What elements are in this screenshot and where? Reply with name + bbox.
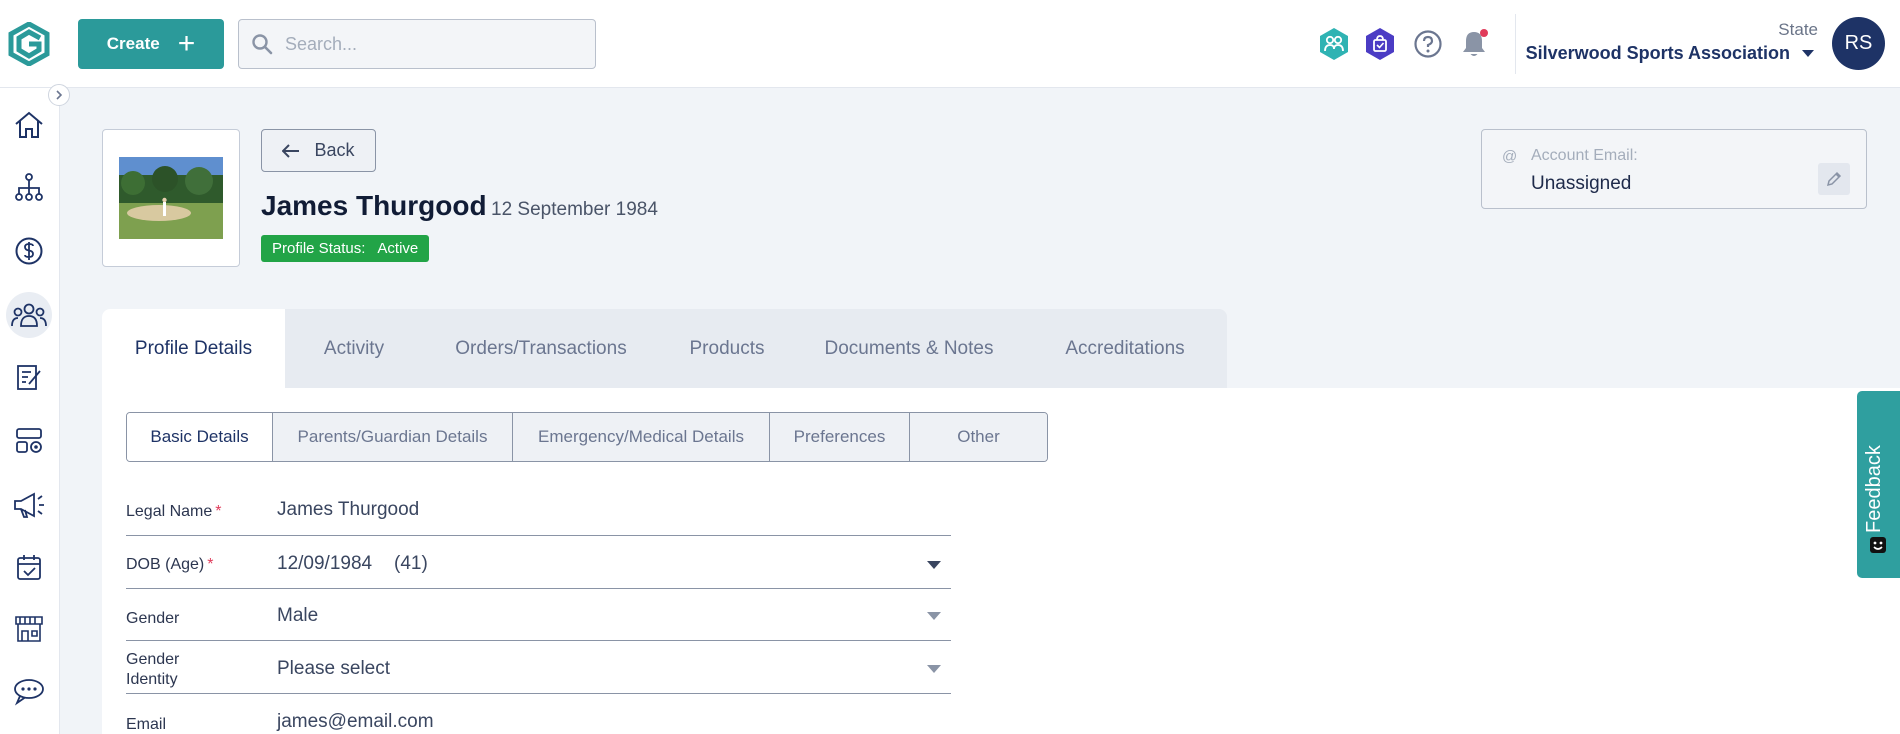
chat-bubbles-icon[interactable]	[6, 668, 52, 714]
back-button[interactable]: Back	[261, 129, 376, 172]
people-icon[interactable]	[6, 292, 52, 338]
feedback-button[interactable]: Feedback	[1857, 391, 1900, 578]
account-email-card: @ Account Email: Unassigned	[1481, 129, 1867, 209]
gender-identity-select[interactable]: Please select	[277, 658, 390, 680]
teams-hex-icon[interactable]	[1317, 26, 1351, 62]
tab-profile-details[interactable]: Profile Details	[102, 309, 285, 388]
dob-label: DOB (Age) *	[126, 556, 214, 573]
account-email-value: Unassigned	[1531, 173, 1632, 194]
gender-identity-label: Gender Identity	[126, 651, 180, 688]
profile-photo	[119, 157, 223, 239]
tab-activity[interactable]: Activity	[285, 309, 423, 388]
gender-label: Gender	[126, 610, 180, 627]
org-switcher[interactable]: Silverwood Sports Association	[1526, 43, 1814, 64]
email-label: Email	[126, 716, 167, 733]
finance-dollar-icon[interactable]	[6, 228, 52, 274]
home-icon[interactable]	[6, 102, 52, 148]
chevron-down-icon	[927, 665, 941, 673]
legal-name-input[interactable]: James Thurgood	[277, 499, 419, 521]
tab-orders-transactions[interactable]: Orders/Transactions	[423, 309, 659, 388]
megaphone-icon[interactable]	[6, 482, 52, 528]
app-logo-icon[interactable]	[8, 22, 50, 66]
chevron-right-icon	[56, 90, 63, 100]
sidebar-expand-button[interactable]	[48, 84, 70, 106]
legal-name-label: Legal Name *	[126, 503, 222, 520]
subtab-emergency-medical[interactable]: Emergency/Medical Details	[512, 413, 769, 461]
status-value: Active	[377, 240, 419, 257]
at-sign-icon: @	[1502, 148, 1518, 165]
sidebar	[0, 88, 60, 734]
profile-photo-card[interactable]	[102, 129, 240, 267]
gender-select[interactable]: Male	[277, 605, 318, 627]
org-type-label: State	[1778, 20, 1818, 39]
gender-identity-row[interactable]: Gender Identity Please select	[126, 642, 951, 694]
org-name: Silverwood Sports Association	[1525, 43, 1790, 63]
chevron-down-icon	[927, 561, 941, 569]
gender-row[interactable]: Gender Male	[126, 589, 951, 641]
competitions-icon[interactable]	[6, 418, 52, 464]
pencil-icon	[1826, 171, 1842, 187]
chevron-down-icon	[927, 612, 941, 620]
subtab-basic-details[interactable]: Basic Details	[127, 413, 272, 461]
calendar-check-icon[interactable]	[6, 544, 52, 590]
search-input[interactable]	[285, 33, 575, 55]
user-avatar[interactable]: RS	[1832, 17, 1885, 70]
notification-dot	[1480, 29, 1488, 37]
feedback-smile-icon	[1870, 537, 1886, 553]
subtab-other[interactable]: Other	[909, 413, 1047, 461]
edit-email-button[interactable]	[1818, 163, 1850, 195]
search-icon	[252, 34, 273, 55]
shop-hex-icon[interactable]	[1363, 26, 1397, 62]
dob-row[interactable]: DOB (Age) * 12/09/1984 (41)	[126, 537, 951, 589]
person-dob: 12 September 1984	[491, 199, 658, 220]
topbar-divider	[1515, 14, 1516, 74]
arrow-left-icon	[282, 143, 300, 158]
email-row: Email james@email.com	[126, 695, 951, 734]
create-button-label: Create	[106, 34, 160, 53]
tab-documents-notes[interactable]: Documents & Notes	[795, 309, 1023, 388]
organisation-hierarchy-icon[interactable]	[6, 164, 52, 210]
search-box[interactable]	[238, 19, 596, 69]
sub-tabs: Basic Details Parents/Guardian Details E…	[126, 412, 1048, 462]
chevron-down-icon	[1802, 50, 1814, 57]
top-bar: Create + Search... State Silverwood Spor…	[0, 0, 1900, 88]
notification-bell-icon[interactable]	[1457, 26, 1491, 62]
age-value: (41)	[394, 553, 428, 574]
forms-edit-icon[interactable]	[6, 354, 52, 400]
shop-store-icon[interactable]	[6, 606, 52, 652]
status-label: Profile Status:	[272, 240, 366, 257]
help-icon[interactable]	[1411, 26, 1445, 62]
tab-products[interactable]: Products	[659, 309, 795, 388]
create-button[interactable]: Create +	[78, 19, 224, 69]
feedback-label: Feedback	[1863, 445, 1885, 533]
subtab-preferences[interactable]: Preferences	[769, 413, 909, 461]
plus-icon: +	[177, 27, 196, 60]
account-email-label: Account Email:	[1531, 147, 1638, 164]
tab-accreditations[interactable]: Accreditations	[1023, 309, 1227, 388]
dob-input[interactable]: 12/09/1984	[277, 553, 372, 575]
main-tabs: Profile Details Activity Orders/Transact…	[102, 309, 1227, 388]
back-button-label: Back	[314, 140, 355, 160]
email-input[interactable]: james@email.com	[277, 711, 434, 733]
person-name: James Thurgood	[261, 190, 487, 221]
status-badge: Profile Status: Active	[261, 235, 430, 262]
subtab-parents-guardian[interactable]: Parents/Guardian Details	[272, 413, 512, 461]
legal-name-row: Legal Name * James Thurgood	[126, 484, 951, 536]
